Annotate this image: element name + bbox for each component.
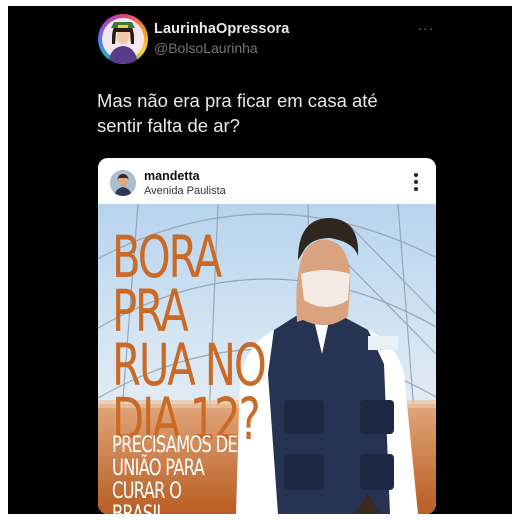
profile-avatar[interactable]	[98, 14, 148, 64]
post-header: mandetta Avenida Paulista	[98, 158, 436, 204]
kebab-icon[interactable]	[408, 170, 424, 194]
tweet-text: Mas não era pra ficar em casa até sentir…	[97, 90, 378, 136]
post-headline: BORA PRA RUA NO DIA 12?	[112, 223, 267, 453]
post-subheadline: PRECISAMOS DE UNIÃO PARA CURAR O BRASIL	[112, 433, 238, 514]
tweet-container: LaurinhaOpressora @BolsoLaurinha ··· Mas…	[8, 6, 512, 514]
embedded-instagram-post[interactable]: mandetta Avenida Paulista BORA PRA RUA N…	[98, 158, 436, 514]
display-name[interactable]: LaurinhaOpressora	[154, 21, 289, 37]
post-image: BORA PRA RUA NO DIA 12? PRECISAMOS DE UN…	[98, 204, 436, 514]
post-location[interactable]: Avenida Paulista	[144, 185, 226, 197]
post-avatar[interactable]	[110, 170, 136, 196]
post-username[interactable]: mandetta	[144, 169, 200, 183]
more-options-icon[interactable]: ···	[414, 20, 438, 36]
user-handle[interactable]: @BolsoLaurinha	[154, 40, 258, 56]
